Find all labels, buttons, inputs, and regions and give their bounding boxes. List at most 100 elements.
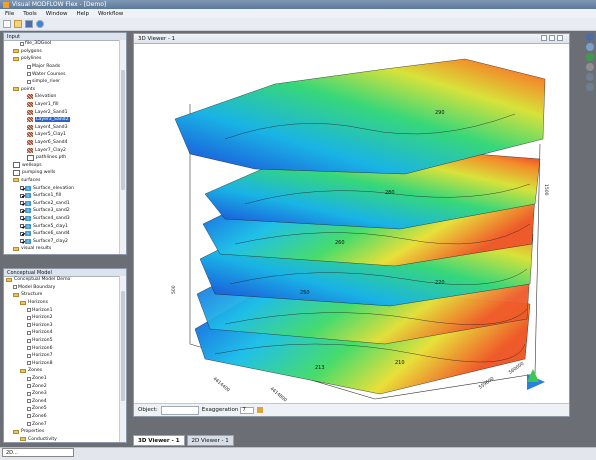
- tab-3d-viewer[interactable]: 3D Viewer - 1: [133, 435, 185, 446]
- checkbox[interactable]: [20, 208, 24, 213]
- pan-icon[interactable]: [586, 63, 594, 71]
- checkbox[interactable]: [20, 201, 24, 206]
- object-select[interactable]: [160, 405, 199, 415]
- tree-item[interactable]: Water Courses: [4, 70, 119, 78]
- tree-item[interactable]: Surface6_sand4: [4, 230, 119, 238]
- tree-item[interactable]: Horizon2: [4, 314, 119, 322]
- tree-item[interactable]: Surface4_sand3: [4, 215, 119, 223]
- tree-item[interactable]: Structure: [4, 291, 119, 299]
- tree-item[interactable]: Horizon7: [4, 352, 119, 360]
- input-tree-scrollbar[interactable]: [119, 40, 126, 254]
- tree-item[interactable]: points: [4, 86, 119, 94]
- tree-item[interactable]: Zone5: [4, 405, 119, 413]
- tree-item[interactable]: surfaces: [4, 177, 119, 185]
- status-item[interactable]: 2D...: [2, 448, 74, 457]
- tree-item[interactable]: pumping wells: [4, 169, 119, 177]
- tree-item[interactable]: Horizon1: [4, 306, 119, 314]
- tree-item-label: Model Boundary: [18, 284, 56, 290]
- checkbox[interactable]: [20, 231, 24, 236]
- model-tree-scrollbar[interactable]: [119, 276, 126, 442]
- tree-item[interactable]: Horizon3: [4, 322, 119, 330]
- checkbox[interactable]: [20, 186, 24, 191]
- tab-2d-viewer[interactable]: 2D Viewer - 1: [186, 435, 234, 446]
- tree-item[interactable]: Zones: [4, 367, 119, 375]
- tree-item[interactable]: Layer4_Sand3: [4, 124, 119, 132]
- tree-item[interactable]: Horizon4: [4, 329, 119, 337]
- tree-item[interactable]: wellsops: [4, 162, 119, 170]
- tree-item[interactable]: pathlines.pth: [4, 154, 119, 162]
- tree-item[interactable]: Layer2_Sand1: [4, 108, 119, 116]
- checkbox[interactable]: [20, 239, 24, 244]
- viewer-tabs: 3D Viewer - 1 2D Viewer - 1: [133, 435, 236, 446]
- tree-item[interactable]: Layer6_Sand4: [4, 139, 119, 147]
- tree-item[interactable]: Conductivity: [4, 435, 119, 442]
- viewer-footer: Object: Exaggeration 7: [134, 403, 569, 416]
- tree-item[interactable]: Surface2_sand1: [4, 199, 119, 207]
- tree-item[interactable]: Horizons: [4, 299, 119, 307]
- measure-icon[interactable]: [586, 83, 594, 91]
- tree-item[interactable]: Horizon5: [4, 337, 119, 345]
- tree-item[interactable]: Layer5_Clay1: [4, 131, 119, 139]
- tree-item[interactable]: Surface7_clay2: [4, 237, 119, 245]
- maximize-icon[interactable]: [549, 35, 555, 41]
- tree-item-label: Zone5: [32, 406, 47, 412]
- checkbox[interactable]: [20, 193, 24, 198]
- menu-help[interactable]: Help: [76, 11, 89, 17]
- tree-item[interactable]: Horizon6: [4, 344, 119, 352]
- viewer-canvas[interactable]: 290 280 260 250 220 213 210 4614400 4614…: [135, 44, 568, 405]
- tree-item[interactable]: polylines: [4, 55, 119, 63]
- menu-tools[interactable]: Tools: [23, 11, 37, 17]
- help-icon[interactable]: [36, 20, 44, 28]
- surface-icon: [25, 238, 31, 244]
- contour-label: 250: [300, 290, 310, 296]
- tree-item[interactable]: Surface_elevation: [4, 184, 119, 192]
- tree-item[interactable]: Zone1: [4, 375, 119, 383]
- eye-icon[interactable]: [586, 33, 594, 41]
- tree-item[interactable]: Major Roads: [4, 63, 119, 71]
- open-folder-icon[interactable]: [14, 20, 22, 28]
- layer-points-icon: [27, 124, 33, 130]
- tree-item[interactable]: Surface5_clay1: [4, 222, 119, 230]
- tree-item[interactable]: Layer3_Sand2: [4, 116, 119, 124]
- tree-item[interactable]: Surface3_sand2: [4, 207, 119, 215]
- layer-points-icon: [27, 102, 33, 108]
- tree-item[interactable]: Conceptual Model Demo: [4, 276, 119, 284]
- exaggeration-input[interactable]: 7: [240, 406, 255, 414]
- menu-file[interactable]: File: [5, 11, 14, 17]
- tree-item[interactable]: Zone2: [4, 382, 119, 390]
- folder-icon: [20, 368, 26, 373]
- minimize-icon[interactable]: [541, 35, 547, 41]
- tree-item[interactable]: Zone7: [4, 420, 119, 428]
- tree-item[interactable]: Properties: [4, 428, 119, 436]
- tree-item[interactable]: Horizon8: [4, 360, 119, 368]
- new-file-icon[interactable]: [3, 20, 11, 28]
- tree-item[interactable]: Layer1_fill: [4, 101, 119, 109]
- apply-icon[interactable]: [257, 407, 264, 413]
- menu-window[interactable]: Window: [46, 11, 68, 17]
- tree-item[interactable]: polygons: [4, 48, 119, 56]
- zoom-icon[interactable]: [586, 73, 594, 81]
- tree-item-label: Horizons: [28, 300, 48, 306]
- close-icon[interactable]: [557, 35, 563, 41]
- tree-item-label: Major Roads: [32, 64, 61, 70]
- checkbox[interactable]: [20, 224, 24, 229]
- view-tools: [584, 31, 596, 101]
- menu-workflow[interactable]: Workflow: [98, 11, 123, 17]
- tree-item[interactable]: Elevation: [4, 93, 119, 101]
- tree-item-label: Surface5_clay1: [33, 223, 68, 229]
- globe-icon[interactable]: [586, 53, 594, 61]
- tree-item-label: pumping wells: [22, 170, 56, 176]
- tree-item[interactable]: Zone6: [4, 413, 119, 421]
- tree-item[interactable]: Layer7_Clay2: [4, 146, 119, 154]
- tree-item[interactable]: file_3DGeol: [4, 40, 119, 48]
- tree-item[interactable]: Zone3: [4, 390, 119, 398]
- tree-item[interactable]: Zone4: [4, 398, 119, 406]
- tree-item[interactable]: Surface1_fill: [4, 192, 119, 200]
- tree-item[interactable]: simple_river: [4, 78, 119, 86]
- checkbox[interactable]: [20, 216, 24, 221]
- tree-item[interactable]: Model Boundary: [4, 284, 119, 292]
- save-icon[interactable]: [25, 20, 33, 28]
- tree-item[interactable]: visual results: [4, 245, 119, 253]
- tree-item-label: Structure: [21, 292, 43, 298]
- rotate-icon[interactable]: [586, 43, 594, 51]
